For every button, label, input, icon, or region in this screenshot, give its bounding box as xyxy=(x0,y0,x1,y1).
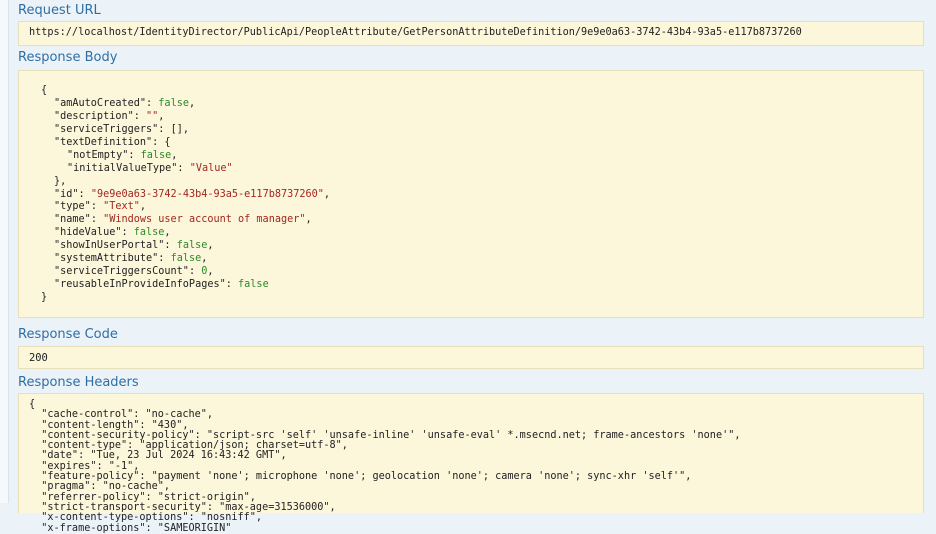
request-url-value: https://localhost/IdentityDirector/Publi… xyxy=(29,27,802,38)
body-line: "hideValue": false, xyxy=(54,227,171,239)
body-line: }, xyxy=(41,176,923,189)
json-value: false xyxy=(133,227,165,239)
response-body-title: Response Body xyxy=(18,50,118,65)
json-value: false xyxy=(140,149,172,161)
json-value: false xyxy=(176,240,208,252)
response-code-value: 200 xyxy=(29,352,48,364)
json-value: [] xyxy=(170,123,183,135)
body-close-brace: } xyxy=(41,292,48,303)
response-body-box: { "amAutoCreated": false, "description": … xyxy=(18,70,924,318)
request-url-title: Request URL xyxy=(18,3,101,18)
body-line: "amAutoCreated": false, xyxy=(54,97,196,109)
json-key: "systemAttribute" xyxy=(54,253,159,265)
json-key: "serviceTriggers" xyxy=(54,123,159,135)
body-line: "name": "Windows user account of manager… xyxy=(54,214,312,226)
body-line: "reusableInProvideInfoPages": false xyxy=(54,279,269,291)
json-value: false xyxy=(238,279,269,291)
json-value: "9e9e0a63-3742-43b4-93a5-e117b8737260" xyxy=(90,188,324,200)
body-line: "description": "", xyxy=(54,110,165,122)
json-key: "name" xyxy=(54,214,91,226)
json-key: "reusableInProvideInfoPages" xyxy=(54,279,226,291)
body-line: "textDefinition": { xyxy=(54,136,171,148)
json-value: false xyxy=(158,97,189,109)
body-line: "id": "9e9e0a63-3742-43b4-93a5-e117b8737… xyxy=(54,188,331,200)
json-value: "Value" xyxy=(189,162,233,174)
body-line: "type": "Text", xyxy=(54,201,147,213)
body-line: "showInUserPortal": false, xyxy=(54,240,214,252)
response-code-title: Response Code xyxy=(18,327,118,342)
json-value: "" xyxy=(146,110,159,122)
body-line: "serviceTriggers": [], xyxy=(54,123,189,135)
response-headers-box: { "cache-control": "no-cache", "content-… xyxy=(18,393,924,533)
json-key: "hideValue" xyxy=(54,227,122,239)
json-key: "serviceTriggersCount" xyxy=(54,266,189,278)
left-rail xyxy=(0,0,9,503)
json-value: false xyxy=(170,253,202,265)
json-key: "id" xyxy=(54,188,79,200)
header-line: "strict-transport-security": "max-age=31… xyxy=(29,501,336,513)
json-key: "description" xyxy=(54,110,134,122)
request-url-box: https://localhost/IdentityDirector/Publi… xyxy=(18,21,924,46)
json-key: "showInUserPortal" xyxy=(54,240,165,252)
json-value: }, xyxy=(54,175,67,187)
body-line: "systemAttribute": false, xyxy=(54,253,208,265)
body-line: "initialValueType": "Value" xyxy=(67,162,233,174)
header-lines: { "cache-control": "no-cache", "content-… xyxy=(29,399,923,534)
body-line: "notEmpty": false, xyxy=(67,149,178,161)
json-key: "notEmpty" xyxy=(67,149,129,161)
json-key: "amAutoCreated" xyxy=(54,97,147,109)
json-value: "Windows user account of manager" xyxy=(103,214,306,226)
body-line: "serviceTriggersCount": 0, xyxy=(54,266,214,278)
header-line: "date": "Tue, 23 Jul 2024 16:43:42 GMT", xyxy=(29,450,287,462)
header-line: "x-content-type-options": "nosniff", xyxy=(29,512,263,524)
json-value: "Text" xyxy=(103,201,140,213)
json-key: "type" xyxy=(54,201,91,213)
body-lines: "amAutoCreated": false, "description": ""… xyxy=(41,98,923,292)
json-value: { xyxy=(164,136,171,148)
json-key: "initialValueType" xyxy=(67,162,178,174)
response-headers-title: Response Headers xyxy=(18,375,139,390)
response-code-box: 200 xyxy=(18,346,924,369)
json-key: "textDefinition" xyxy=(54,136,153,148)
header-line: "x-frame-options": "SAMEORIGIN" xyxy=(29,522,232,534)
body-open-brace: { xyxy=(41,85,48,96)
